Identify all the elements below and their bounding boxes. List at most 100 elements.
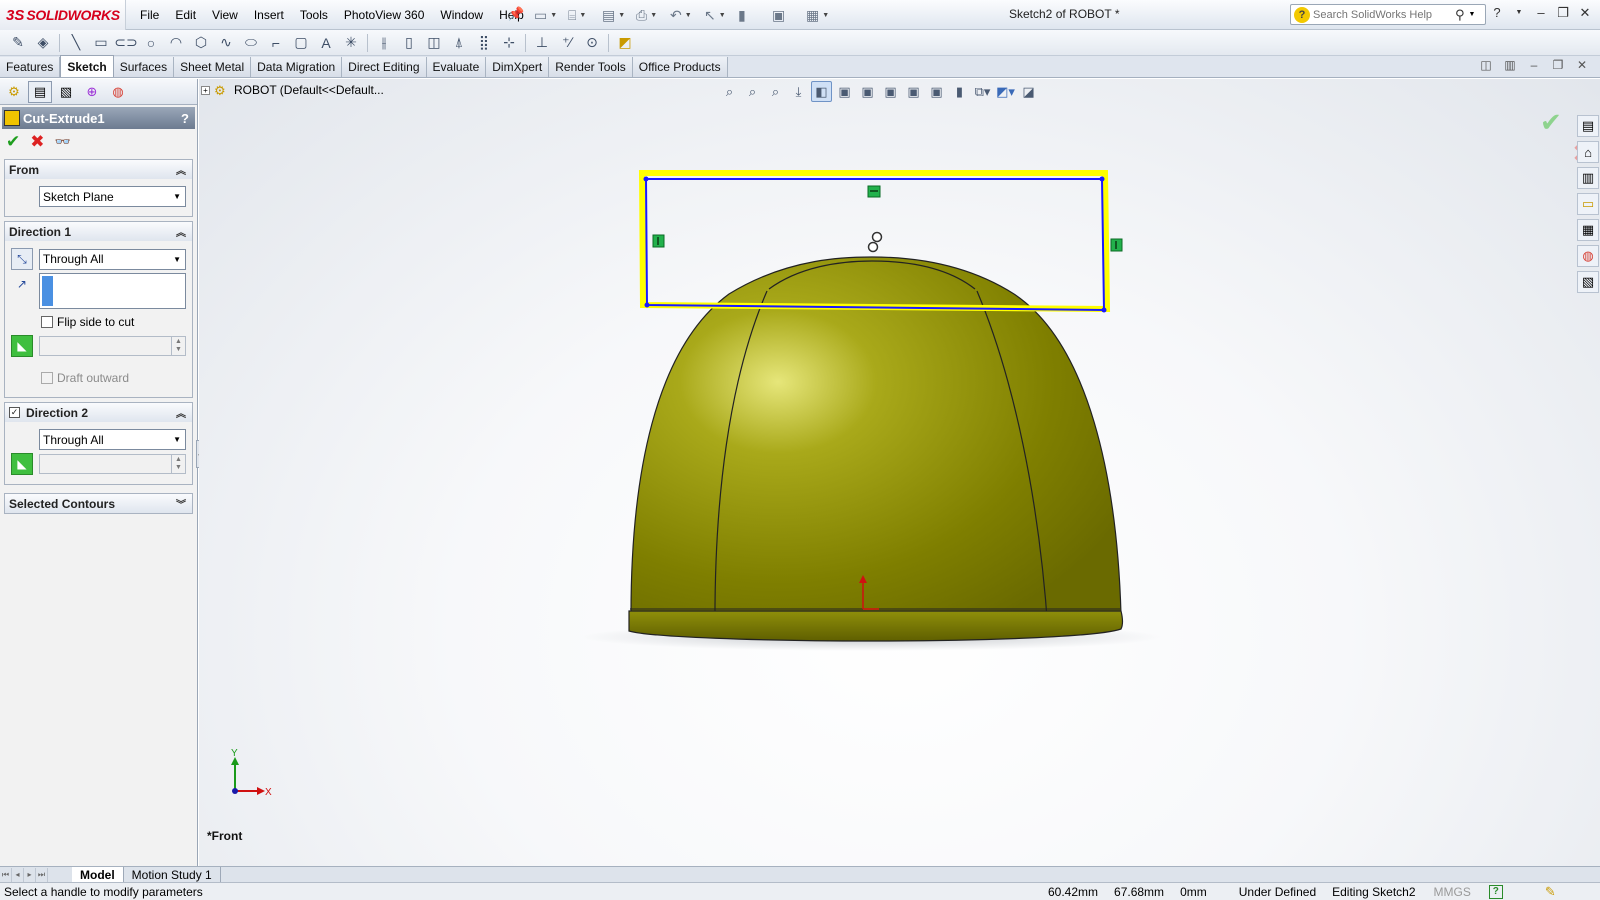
render-icon[interactable]: ◪ <box>1018 81 1039 102</box>
sketch-vertex[interactable] <box>644 302 650 308</box>
menu-window[interactable]: Window <box>432 6 491 24</box>
tile-horizontal-icon[interactable]: ◫ <box>1478 58 1494 74</box>
tab-data-migration[interactable]: Data Migration <box>251 57 343 77</box>
search-icon[interactable]: ⚲ <box>1455 7 1465 23</box>
mirror-icon[interactable]: ⍋ <box>447 32 471 54</box>
shadows-icon[interactable]: ▮ <box>949 81 970 102</box>
next-tab-icon[interactable]: ▸ <box>24 867 36 882</box>
coincident-relation-icon[interactable] <box>867 241 879 253</box>
sketch-icon[interactable]: ✎ <box>6 32 30 54</box>
sketch-vertex[interactable] <box>643 176 649 182</box>
cancel-button[interactable]: ✖ <box>30 132 44 152</box>
hide-show-items-icon[interactable]: ▣ <box>857 81 878 102</box>
display-mode-icon[interactable]: ◩▾ <box>995 81 1016 102</box>
smart-dimension-icon[interactable]: ◈ <box>31 32 55 54</box>
menu-insert[interactable]: Insert <box>246 6 292 24</box>
selected-contours-header[interactable]: Selected Contours ︾ <box>5 494 192 513</box>
view-cube-icon[interactable]: ⧉▾ <box>972 81 993 102</box>
spline-icon[interactable]: ∿ <box>214 32 238 54</box>
direction1-end-condition-select[interactable]: Through All ▼ <box>38 248 186 270</box>
ellipse-icon[interactable]: ⬭ <box>239 32 263 54</box>
fillet-icon[interactable]: ⌐ <box>264 32 288 54</box>
appearances-icon[interactable]: ◍ <box>1577 245 1599 267</box>
previous-tab-icon[interactable]: ◂ <box>12 867 24 882</box>
undo-icon[interactable]: ↶ ▼ <box>666 4 698 26</box>
offset-entities-icon[interactable]: ◫ <box>422 32 446 54</box>
file-explorer-icon[interactable]: ▭ <box>1577 193 1599 215</box>
tab-evaluate[interactable]: Evaluate <box>426 57 487 77</box>
view-settings-icon[interactable]: ▣ <box>926 81 947 102</box>
menu-file[interactable]: File <box>132 6 167 24</box>
search-input[interactable] <box>1313 8 1453 21</box>
circle-icon[interactable]: ○ <box>139 32 163 54</box>
apply-scene-icon[interactable]: ▣ <box>903 81 924 102</box>
minimize-icon[interactable]: – <box>1532 4 1550 22</box>
view-palette-icon[interactable]: ▦ <box>1577 219 1599 241</box>
tab-motion-study-1[interactable]: Motion Study 1 <box>124 867 221 882</box>
dimxpert-manager-tab-icon[interactable]: ⊕ <box>80 81 104 103</box>
tab-surfaces[interactable]: Surfaces <box>113 57 175 77</box>
display-manager-tab-icon[interactable]: ◍ <box>106 81 130 103</box>
doc-restore-icon[interactable]: ❐ <box>1550 58 1566 74</box>
direction2-group-header[interactable]: ✓ Direction 2 ︽ <box>5 403 192 422</box>
doc-minimize-icon[interactable]: – <box>1526 58 1542 74</box>
from-group-header[interactable]: From ︽ <box>5 160 192 179</box>
custom-properties-icon[interactable]: ▧ <box>1577 271 1599 293</box>
point-icon[interactable]: ✳ <box>339 32 363 54</box>
help-icon[interactable]: ? <box>181 111 189 126</box>
print-icon[interactable]: ⎙ ▼ <box>632 4 664 26</box>
view-orientation-icon[interactable]: ◧ <box>811 81 832 102</box>
unit-system-selector[interactable]: MMGS <box>1434 885 1471 899</box>
tile-vertical-icon[interactable]: ▥ <box>1502 58 1518 74</box>
trim-icon[interactable]: ⫲ <box>372 32 396 54</box>
flip-side-to-cut-checkbox[interactable]: Flip side to cut <box>41 315 186 329</box>
feature-tree-flyout[interactable]: + ⚙ ROBOT (Default<<Default... <box>201 83 384 98</box>
direction2-end-condition-select[interactable]: Through All ▼ <box>39 429 186 450</box>
direction2-draft-angle-spinner[interactable]: ▲ ▼ <box>38 454 186 474</box>
flip-side-checkbox-box[interactable] <box>41 316 53 328</box>
chevron-down-icon[interactable]: ▼ <box>1469 11 1476 18</box>
tab-render-tools[interactable]: Render Tools <box>549 57 633 77</box>
help-icon[interactable]: ? <box>1488 4 1506 22</box>
doc-close-icon[interactable]: ✕ <box>1574 58 1590 74</box>
convert-entities-icon[interactable]: ▯ <box>397 32 421 54</box>
tab-features[interactable]: Features <box>0 57 61 77</box>
robot-base-ring[interactable] <box>628 610 1124 642</box>
quick-tips-icon[interactable]: ? <box>1488 884 1503 899</box>
expand-icon[interactable]: ︾ <box>176 496 186 511</box>
model-viewport[interactable]: Y X <box>199 79 1600 866</box>
spinner-arrows-icon[interactable]: ▲ ▼ <box>171 337 185 355</box>
display-style-icon[interactable]: ▣ <box>834 81 855 102</box>
draft-angle-spinner[interactable]: ▲ ▼ <box>38 336 186 356</box>
menu-view[interactable]: View <box>204 6 246 24</box>
slot-icon[interactable]: ⊂⊃ <box>114 32 138 54</box>
detailed-preview-icon[interactable]: 👓 <box>55 134 71 150</box>
spinner-arrows-icon[interactable]: ▲ ▼ <box>171 455 185 473</box>
text-icon[interactable]: A <box>314 32 338 54</box>
menu-tools[interactable]: Tools <box>292 6 336 24</box>
rectangle-icon[interactable]: ▭ <box>89 32 113 54</box>
offset-icon[interactable]: ▢ <box>289 32 313 54</box>
open-document-icon[interactable]: ⌸ ▼ <box>564 4 596 26</box>
tab-direct-editing[interactable]: Direct Editing <box>342 57 427 77</box>
last-tab-icon[interactable]: ⏭ <box>36 867 48 882</box>
tab-dimxpert[interactable]: DimXpert <box>486 57 550 77</box>
new-document-icon[interactable]: ▭ ▼ <box>530 4 562 26</box>
property-manager-tab-icon[interactable]: ▤ <box>28 80 52 103</box>
direction2-enable-checkbox[interactable]: ✓ <box>9 407 20 418</box>
tree-root-label[interactable]: ROBOT (Default<<Default... <box>234 83 384 97</box>
tab-model[interactable]: Model <box>72 867 124 882</box>
rebuild-icon[interactable]: ▮ <box>734 4 766 26</box>
solidworks-resources-icon[interactable]: ▤ <box>1577 115 1599 137</box>
direction-of-extrusion-selection[interactable] <box>38 273 186 309</box>
relations-icon[interactable]: ⊥ <box>530 32 554 54</box>
design-library-icon[interactable]: ▥ <box>1577 167 1599 189</box>
repair-sketch-icon[interactable]: ⁺∕ <box>555 32 579 54</box>
quick-snaps-icon[interactable]: ⊙ <box>580 32 604 54</box>
instant-3d-icon[interactable]: ◩ <box>613 32 637 54</box>
menu-edit[interactable]: Edit <box>167 6 204 24</box>
pin-menu-icon[interactable]: 📌 <box>508 6 524 22</box>
tab-sketch[interactable]: Sketch <box>60 55 114 77</box>
polygon-icon[interactable]: ⬡ <box>189 32 213 54</box>
first-tab-icon[interactable]: ⏮ <box>0 867 12 882</box>
